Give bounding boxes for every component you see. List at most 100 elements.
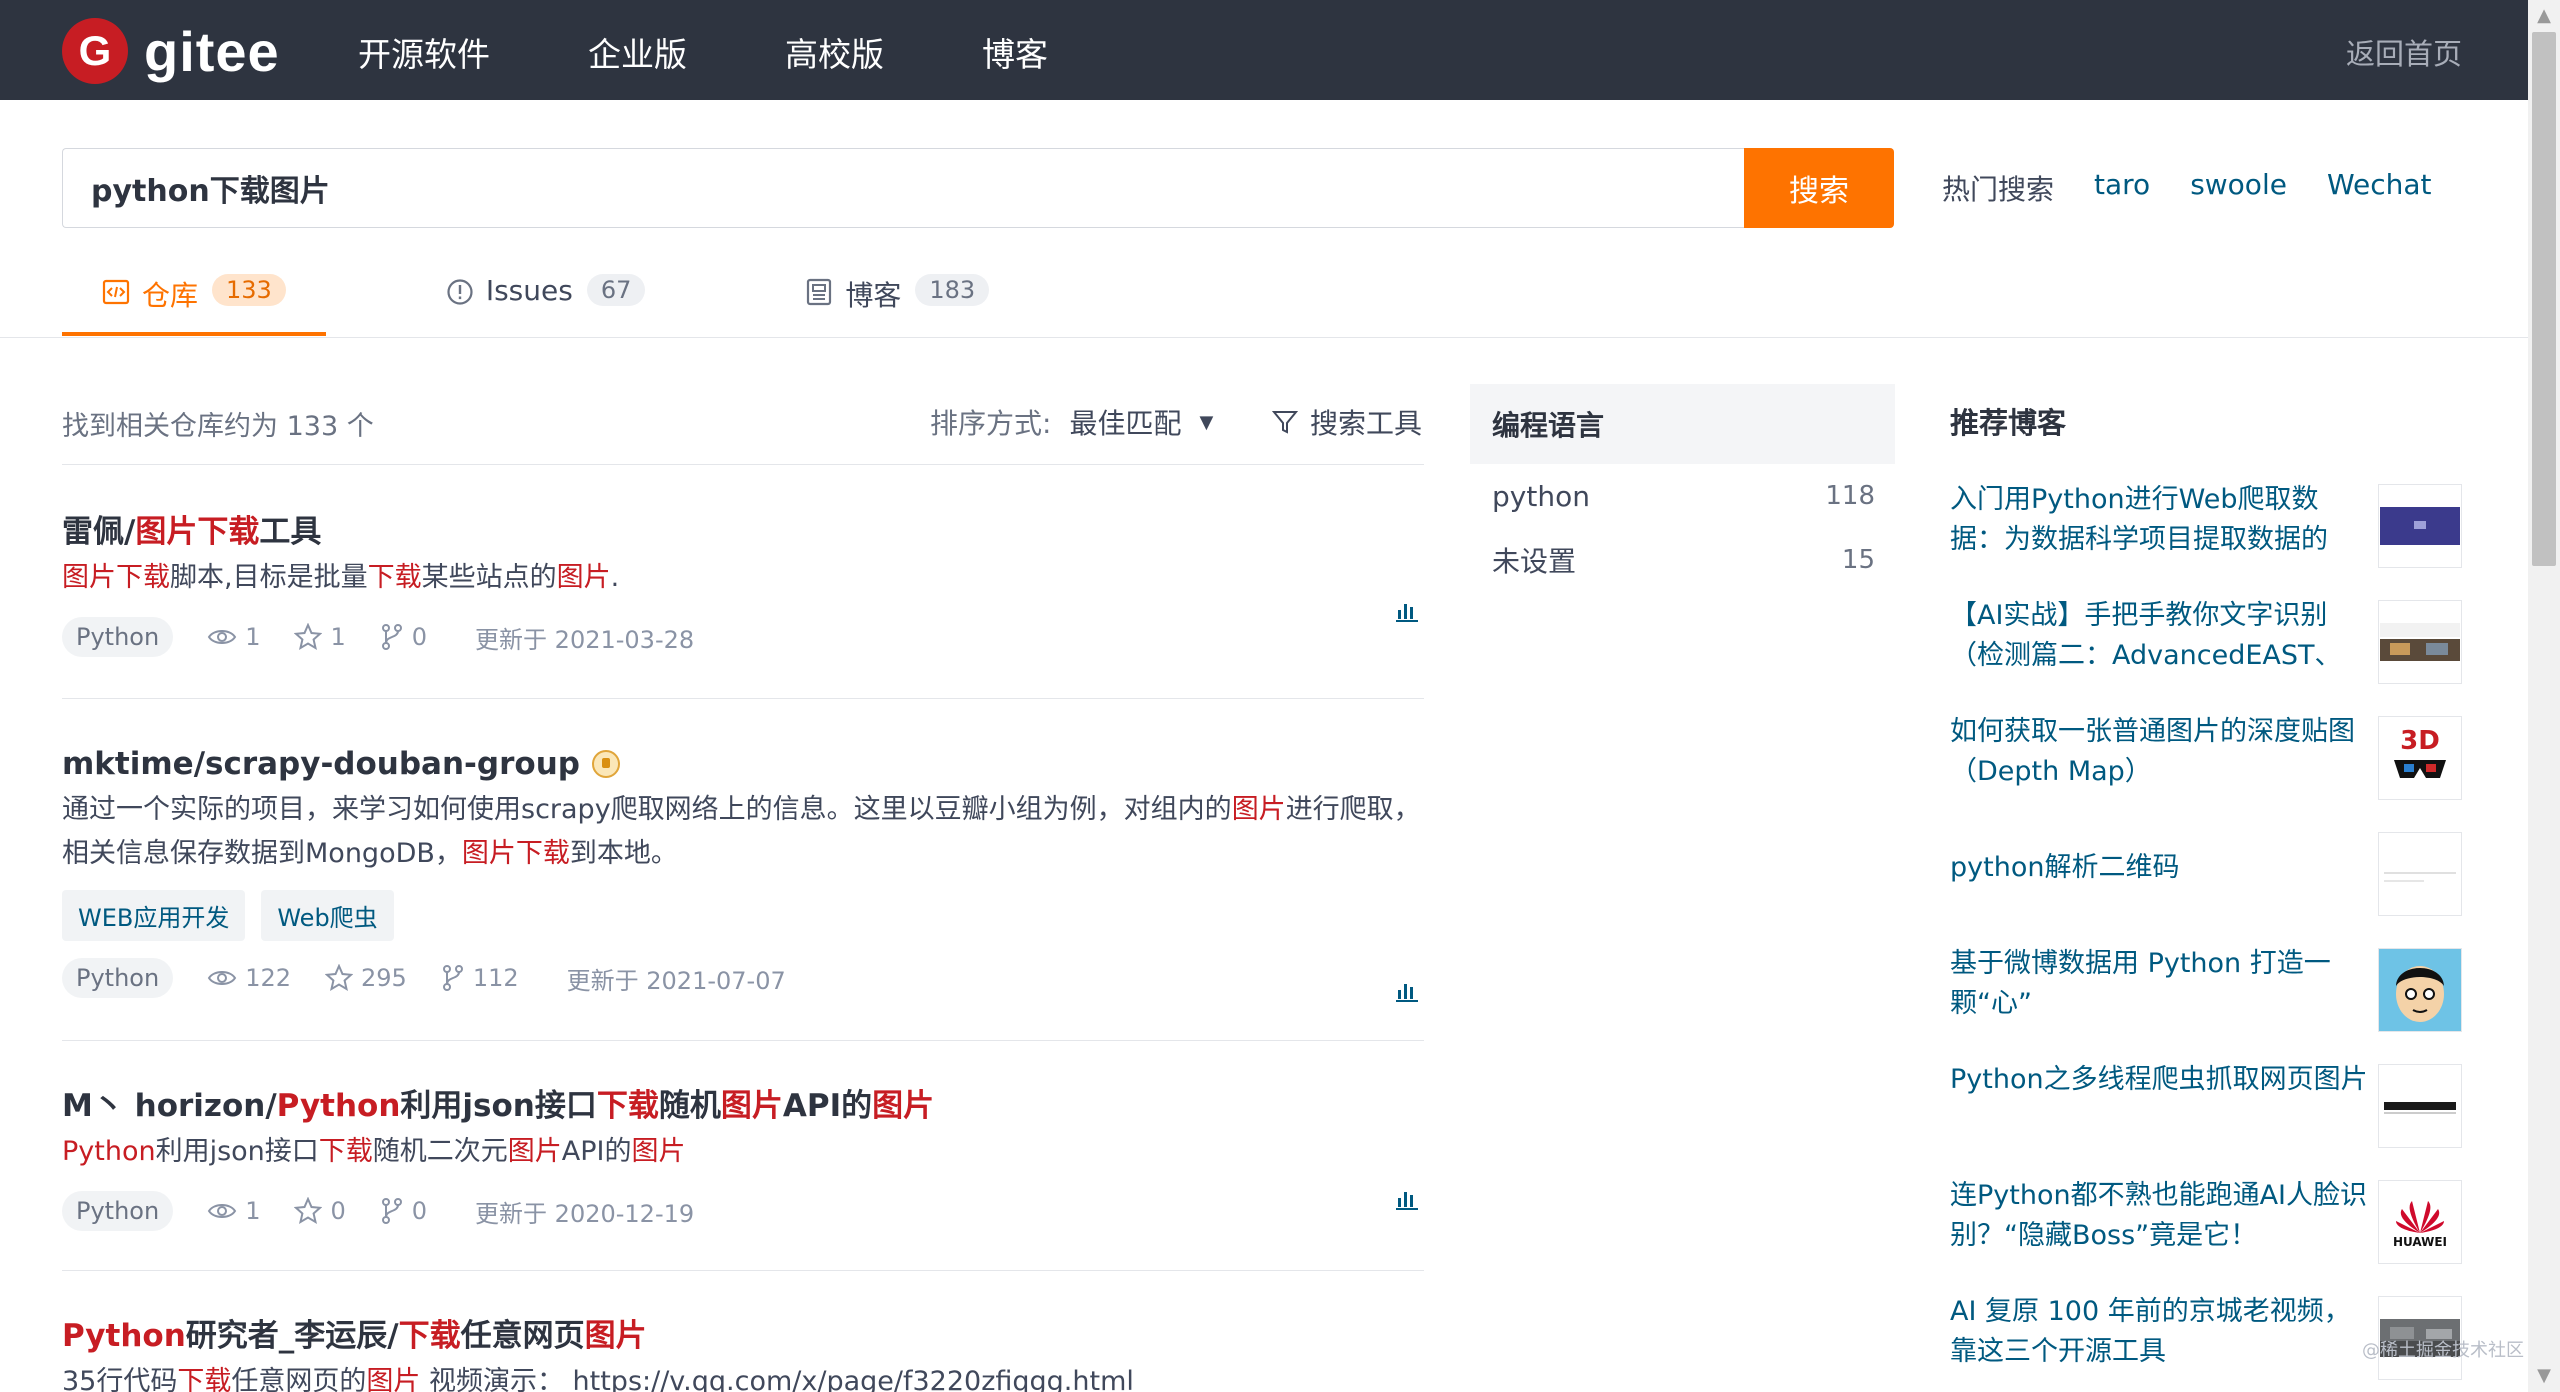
repo-title-link[interactable]: 雷佩/图片下载工具 [62,510,1424,554]
nav-university[interactable]: 高校版 [785,28,884,76]
divider [62,1270,1424,1271]
blog-title-link[interactable]: Python之多线程爬虫抓取网页图片 [1950,1060,2370,1100]
nav-blog[interactable]: 博客 [982,28,1048,76]
language-count: 118 [1825,481,1875,511]
text-run: 随机二次元 [372,1136,508,1167]
hot-search-term[interactable]: Wechat [2327,168,2432,208]
blog-list-item[interactable]: 【AI实战】手把手教你文字识别（检测篇二：AdvancedEAST、 [1950,596,2462,686]
huawei-thumb-icon[interactable]: HUAWEI [2378,1180,2462,1264]
language-badge[interactable]: Python [62,617,174,657]
issue-icon [447,279,473,305]
page-scrollbar[interactable]: ▲ ▼ [2528,0,2560,1392]
blog-list-item[interactable]: 如何获取一张普通图片的深度贴图（Depth Map） 3D [1950,712,2462,802]
repo-tag[interactable]: WEB应用开发 [62,890,246,941]
tabs-divider [0,337,2528,338]
scroll-up-arrow-icon[interactable]: ▲ [2528,0,2560,32]
hot-search-term[interactable]: swoole [2190,168,2287,208]
scroll-down-arrow-icon[interactable]: ▼ [2528,1360,2560,1392]
language-badge[interactable]: Python [62,958,174,998]
blog-title-link[interactable]: python解析二维码 [1950,848,2370,888]
highlighted-keyword: 图片 [507,1136,562,1167]
language-badge[interactable]: Python [62,1191,174,1231]
text-run: M丶 horizon/ [62,1088,277,1124]
repo-title-link[interactable]: Python研究者_李运辰/下载任意网页图片 [62,1314,1424,1358]
text-run: 利用json接口 [155,1136,319,1167]
watch-count: 122 [207,964,291,992]
star-icon [294,623,323,651]
stats-chart-icon[interactable] [1396,980,1418,1002]
blog-list-item[interactable]: Python之多线程爬虫抓取网页图片 [1950,1060,2462,1150]
ocr-thumb-icon[interactable] [2378,600,2462,684]
language-filter-item[interactable]: python 118 [1470,464,1895,528]
divider [62,1040,1424,1041]
recommended-blogs-title: 推荐博客 [1950,406,2067,440]
3d-glasses-thumb-icon[interactable]: 3D [2378,716,2462,800]
blog-list-item[interactable]: 入门用Python进行Web爬取数据：为数据科学项目提取数据的 [1950,480,2462,570]
search-input[interactable]: python下载图片 [62,148,1745,228]
main-nav: 开源软件 企业版 高校版 博客 [358,28,1146,76]
star-count: 295 [325,964,407,992]
tab-blogs[interactable]: 博客 183 [765,262,1029,336]
fork-count: 0 [380,623,427,651]
search-button[interactable]: 搜索 [1744,148,1894,228]
blog-title-link[interactable]: 如何获取一张普通图片的深度贴图（Depth Map） [1950,712,2370,792]
blog-title-link[interactable]: 连Python都不熟也能跑通AI人脸识别？“隐藏Boss”竟是它！ [1950,1176,2370,1256]
updated-date: 更新于 2021-03-28 [475,625,695,654]
avatar-thumb-icon[interactable] [2378,948,2462,1032]
repo-description: 图片下载脚本,目标是批量下载某些站点的图片. [62,556,1424,600]
language-filter-panel: 编程语言 python 118 未设置 15 [1470,384,1895,592]
repo-title: M丶 horizon/Python利用json接口下载随机图片API的图片 [62,1084,934,1128]
highlighted-keyword: 图片 [720,1088,783,1124]
repo-title-link[interactable]: mktime/scrapy-douban-group [62,742,1424,786]
back-home-link[interactable]: 返回首页 [2346,31,2462,73]
hot-search-term[interactable]: taro [2094,168,2150,208]
highlighted-keyword: 下载 [318,1136,373,1167]
blog-title-link[interactable]: AI 复原 100 年前的京城老视频，靠这三个开源工具 [1950,1292,2370,1372]
blog-title-link[interactable]: 入门用Python进行Web爬取数据：为数据科学项目提取数据的 [1950,480,2370,560]
sort-dropdown[interactable]: 排序方式: 最佳匹配 ▼ [930,402,1213,442]
star-icon [294,1197,323,1225]
search-tabs: 仓库 133 Issues 67 博客 183 [62,262,1109,336]
blog-list-item[interactable]: python解析二维码 [1950,828,2462,918]
tab-issues[interactable]: Issues 67 [406,262,686,336]
highlighted-keyword: 图片 [1231,794,1286,825]
highlighted-keyword: Python [276,1088,401,1124]
repo-description-text: 通过一个实际的项目，来学习如何使用scrapy爬取网络上的信息。这里以豆瓣小组为… [62,794,1421,869]
eye-icon [208,971,237,985]
repo-result-item: 雷佩/图片下载工具 图片下载脚本,目标是批量下载某些站点的图片. Python … [62,510,1424,658]
bar-thumb-icon[interactable] [2378,1064,2462,1148]
watermark: @稀土掘金技术社区 [2362,1340,2524,1361]
eye-icon [208,630,237,644]
text-run: . [610,562,620,593]
fork-count-value: 0 [411,1197,428,1225]
stats-chart-icon[interactable] [1396,1188,1418,1210]
text-run: 雷佩/ [62,514,136,550]
star-count-value: 1 [330,623,346,651]
gitee-logo[interactable]: G gitee [62,18,280,84]
search-tools-button[interactable]: 搜索工具 [1272,402,1422,442]
blog-title-link[interactable]: 基于微博数据用 Python 打造一颗“心” [1950,944,2370,1024]
tab-repositories[interactable]: 仓库 133 [62,262,326,336]
blog-title-link[interactable]: 【AI实战】手把手教你文字识别（检测篇二：AdvancedEAST、 [1950,596,2370,676]
gvp-award-icon [591,750,620,778]
blog-list-item[interactable]: 基于微博数据用 Python 打造一颗“心” [1950,944,2462,1034]
fork-count: 0 [380,1197,427,1225]
repo-title-link[interactable]: M丶 horizon/Python利用json接口下载随机图片API的图片 [62,1084,1424,1128]
stats-chart-icon[interactable] [1396,600,1418,622]
language-filter-item[interactable]: 未设置 15 [1470,528,1895,592]
repo-tag[interactable]: Web爬虫 [261,890,394,941]
code-icon [102,279,130,305]
watch-count: 1 [207,1197,260,1225]
blog-list-item[interactable]: 连Python都不熟也能跑通AI人脸识别？“隐藏Boss”竟是它！ HUAWEI [1950,1176,2462,1266]
watch-count-value: 1 [245,623,261,651]
highlighted-keyword: 下载 [367,562,422,593]
text-run: 工具 [259,514,322,550]
repo-description-text: Python利用json接口下载随机二次元图片API的图片 [62,1136,686,1167]
nav-open-source[interactable]: 开源软件 [358,28,490,76]
screen-thumb-icon[interactable] [2378,484,2462,568]
repo-title: mktime/scrapy-douban-group [62,742,580,786]
qrcode-thumb-icon[interactable] [2378,832,2462,916]
text-run: 到本地。 [569,838,678,869]
scroll-thumb[interactable] [2532,32,2556,566]
nav-enterprise[interactable]: 企业版 [588,28,687,76]
